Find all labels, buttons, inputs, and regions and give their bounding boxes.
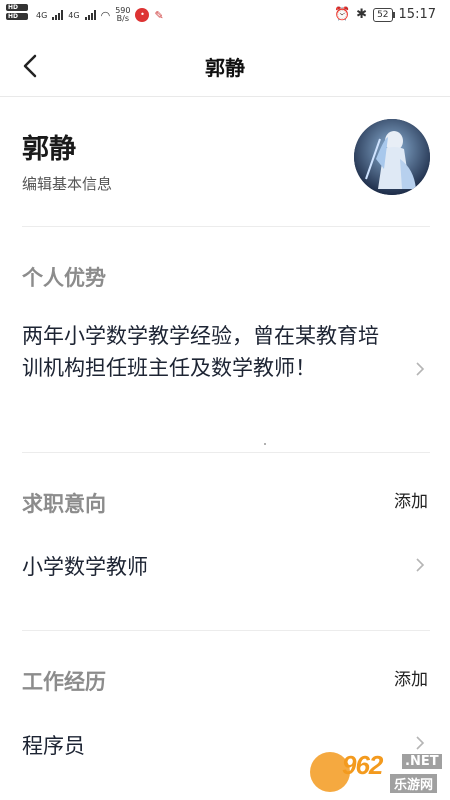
wifi-icon: ◠	[100, 8, 111, 22]
network-label-2: 4G	[68, 10, 80, 20]
signal-icon-2	[84, 10, 96, 20]
page-title: 郭静	[205, 56, 245, 80]
advantage-title: 个人优势	[22, 266, 106, 290]
network-label-1: 4G	[36, 10, 48, 20]
bluetooth-icon: ✱	[356, 7, 368, 22]
edit-basic-info-link[interactable]: 编辑基本信息	[22, 173, 112, 194]
watermark-logo: 962 .NET 乐游网	[306, 750, 446, 796]
avatar[interactable]	[354, 119, 430, 195]
clock: 15:17	[398, 7, 436, 22]
chevron-right-icon[interactable]	[414, 361, 426, 377]
avatar-image	[354, 119, 430, 195]
signal-icon	[52, 10, 64, 20]
status-bar: HD HD 4G 4G ◠ 590 B/s • ✎ ⏰ ✱ 52 15:17	[0, 0, 450, 32]
watermark-net: .NET	[402, 754, 442, 769]
profile-name: 郭静	[22, 134, 76, 165]
profile-section[interactable]: 郭静 编辑基本信息	[0, 97, 450, 227]
add-work-experience-button[interactable]: 添加	[394, 665, 428, 690]
add-job-intention-button[interactable]: 添加	[394, 487, 428, 512]
divider	[22, 452, 430, 453]
status-left: 4G 4G ◠ 590 B/s • ✎	[36, 7, 164, 23]
divider	[22, 630, 430, 631]
job-intention-item[interactable]: 小学数学教师	[22, 551, 392, 583]
app-notification-icon: •	[135, 8, 150, 22]
nav-bar: 郭静	[0, 32, 450, 97]
net-speed: 590 B/s	[115, 7, 130, 23]
separator-dot	[264, 443, 266, 445]
alarm-icon: ⏰	[333, 7, 351, 22]
battery-icon: 52	[373, 7, 396, 22]
watermark-cn: 乐游网	[390, 774, 438, 793]
status-right: ⏰ ✱ 52 15:17	[334, 7, 436, 22]
watermark-number: 962	[342, 750, 383, 780]
hd-indicator: HD HD	[6, 4, 28, 22]
text-notification-icon: ✎	[154, 8, 164, 22]
net-speed-unit: B/s	[116, 14, 130, 23]
job-intention-title: 求职意向	[22, 492, 106, 516]
divider	[22, 226, 430, 227]
chevron-right-icon[interactable]	[414, 735, 426, 751]
advantage-text[interactable]: 两年小学数学教学经验，曾在某教育培训机构担任班主任及数学教师！	[22, 320, 392, 384]
chevron-right-icon[interactable]	[414, 557, 426, 573]
work-experience-title: 工作经历	[22, 670, 106, 694]
